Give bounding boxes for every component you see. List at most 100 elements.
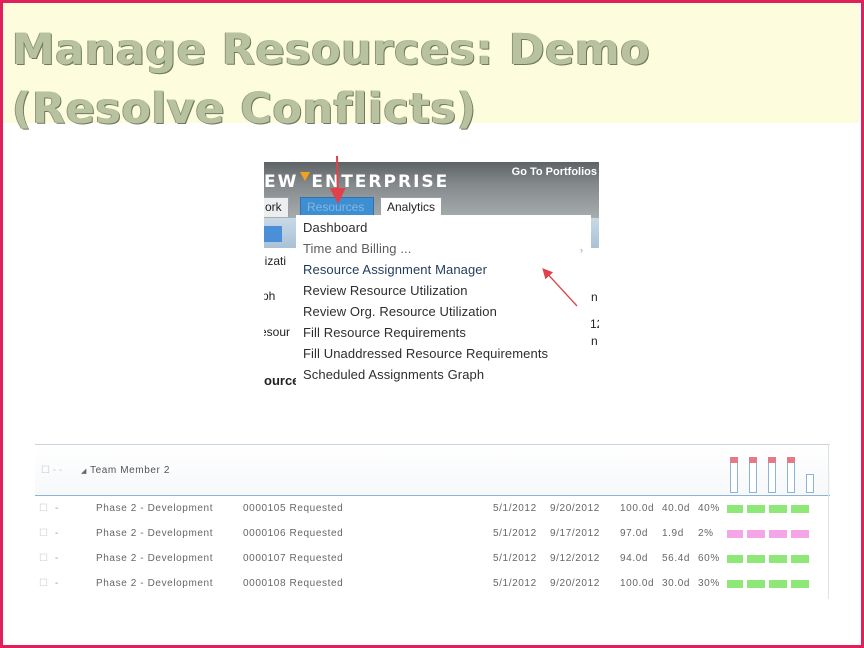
menu-item-review-resource-utilization[interactable]: Review Resource Utilization xyxy=(303,283,468,298)
cell-work: 100.0d xyxy=(620,503,655,514)
resources-dropdown-menu: Dashboard Time and Billing ... › Resourc… xyxy=(296,215,591,391)
group-label: ◢ Team Member 2 xyxy=(81,465,170,476)
cell-start-date: 5/1/2012 xyxy=(493,503,537,514)
slide-title-line-2: (Resolve Conflicts) xyxy=(12,84,477,134)
allocation-segment xyxy=(791,555,809,563)
allocation-segment xyxy=(727,555,743,563)
group-label-text: Team Member 2 xyxy=(89,465,171,476)
cell-assigned: 1.9d xyxy=(662,528,684,539)
cell-request: 0000105 Requested xyxy=(243,503,344,514)
slide-title-line-1: Manage Resources: Demo xyxy=(12,25,651,75)
assignment-table: ☐ - - ◢ Team Member 2 ☐ - Phase 2 - Develop… xyxy=(35,444,830,601)
row-dash: - xyxy=(55,503,59,514)
menu-item-fill-resource-requirements[interactable]: Fill Resource Requirements xyxy=(303,325,466,340)
cell-assigned: 40.0d xyxy=(662,503,691,514)
table-row[interactable]: ☐ - Phase 2 - Development 0000105 Requested… xyxy=(35,497,830,522)
cell-percent: 30% xyxy=(698,578,720,589)
row-checkbox[interactable]: ☐ xyxy=(39,528,49,539)
table-row[interactable]: ☐ - Phase 2 - Development 0000107 Requested… xyxy=(35,547,830,572)
cell-work: 100.0d xyxy=(620,578,655,589)
allocation-segment xyxy=(791,505,809,513)
tab-resources[interactable]: Resources xyxy=(300,197,374,217)
tab-work[interactable]: ork xyxy=(264,197,289,217)
cell-request: 0000107 Requested xyxy=(243,553,344,564)
allocation-segment xyxy=(727,505,743,513)
menu-item-dashboard[interactable]: Dashboard xyxy=(303,220,368,235)
cell-percent: 40% xyxy=(698,503,720,514)
row-checkbox[interactable]: ☐ xyxy=(39,503,49,514)
cell-percent: 60% xyxy=(698,553,720,564)
cell-start-date: 5/1/2012 xyxy=(493,578,537,589)
allocation-segment xyxy=(769,555,787,563)
cell-request: 0000108 Requested xyxy=(243,578,344,589)
allocation-segment xyxy=(791,580,809,588)
table-right-border xyxy=(828,444,829,599)
allocation-segment xyxy=(747,530,765,538)
mini-utilization-bar xyxy=(806,474,814,493)
menu-item-scheduled-assignments-graph[interactable]: Scheduled Assignments Graph xyxy=(303,367,484,382)
overallocation-marker xyxy=(787,457,795,463)
row-dash: - xyxy=(55,528,59,539)
brand-suffix: ENTERPRISE xyxy=(311,172,450,192)
tab-analytics[interactable]: Analytics xyxy=(380,197,443,217)
brand-logo: EW ENTERPRISE xyxy=(264,172,449,192)
allocation-segment xyxy=(769,580,787,588)
background-text-fragment: ph xyxy=(264,289,276,303)
cell-phase: Phase 2 - Development xyxy=(96,578,214,589)
app-header: EW ENTERPRISE Go To Portfolios ork Resour… xyxy=(264,162,599,218)
cell-end-date: 9/20/2012 xyxy=(550,578,600,589)
allocation-bar xyxy=(727,530,813,538)
menu-item-time-and-billing[interactable]: Time and Billing ... xyxy=(303,241,411,256)
menu-item-fill-unaddressed-resource-requirements[interactable]: Fill Unaddressed Resource Requirements xyxy=(303,346,548,361)
background-text-fragment: n xyxy=(591,334,598,348)
title-band: Manage Resources: Demo (Resolve Conflict… xyxy=(3,3,859,134)
cell-percent: 2% xyxy=(698,528,714,539)
allocation-segment xyxy=(769,505,787,513)
cell-start-date: 5/1/2012 xyxy=(493,553,537,564)
allocation-bar xyxy=(727,555,813,563)
mini-utilization-bar xyxy=(749,457,757,493)
menu-item-review-org-resource-utilization[interactable]: Review Org. Resource Utilization xyxy=(303,304,497,319)
table-row[interactable]: ☐ - Phase 2 - Development 0000106 Requested… xyxy=(35,522,830,547)
row-dash: - xyxy=(55,578,59,589)
background-text-fragment: nizati xyxy=(264,254,287,268)
utilization-mini-chart xyxy=(730,457,825,493)
cell-request: 0000106 Requested xyxy=(243,528,344,539)
row-checkbox[interactable]: ☐ xyxy=(39,578,49,589)
cell-work: 94.0d xyxy=(620,553,649,564)
goto-portfolios-link[interactable]: Go To Portfolios xyxy=(512,166,597,178)
allocation-segment xyxy=(769,530,787,538)
overallocation-marker xyxy=(730,457,738,463)
overallocation-marker xyxy=(768,457,776,463)
background-text-fragment: 12 xyxy=(590,317,599,331)
menu-item-resource-assignment-manager[interactable]: Resource Assignment Manager xyxy=(303,262,487,277)
cell-end-date: 9/17/2012 xyxy=(550,528,600,539)
background-heading-fragment: ource xyxy=(264,373,300,388)
allocation-bar xyxy=(727,580,813,588)
tab-resources-label: Resources xyxy=(307,200,365,214)
allocation-segment xyxy=(747,555,765,563)
allocation-segment xyxy=(791,530,809,538)
group-row-team-member[interactable]: ☐ - - ◢ Team Member 2 xyxy=(35,445,830,496)
group-row-controls[interactable]: ☐ - - xyxy=(41,465,62,476)
background-text-fragment: n xyxy=(591,290,598,304)
expand-caret-icon[interactable]: ◢ xyxy=(81,468,87,475)
app-screenshot: EW ENTERPRISE Go To Portfolios ork Resour… xyxy=(264,162,599,394)
brand-triangle-icon xyxy=(300,172,311,181)
cell-assigned: 30.0d xyxy=(662,578,691,589)
overallocation-marker xyxy=(749,457,757,463)
mini-utilization-bar xyxy=(787,457,795,493)
cell-end-date: 9/20/2012 xyxy=(550,503,600,514)
row-dash: - xyxy=(55,553,59,564)
subnav-chip[interactable] xyxy=(264,226,282,242)
slide-title: Manage Resources: Demo (Resolve Conflict… xyxy=(12,21,650,139)
allocation-bar xyxy=(727,505,813,513)
allocation-segment xyxy=(747,580,765,588)
row-checkbox[interactable]: ☐ xyxy=(39,553,49,564)
allocation-segment xyxy=(747,505,765,513)
allocation-segment xyxy=(727,580,743,588)
cell-end-date: 9/12/2012 xyxy=(550,553,600,564)
cell-phase: Phase 2 - Development xyxy=(96,528,214,539)
table-row[interactable]: ☐ - Phase 2 - Development 0000108 Requested… xyxy=(35,572,830,597)
cell-phase: Phase 2 - Development xyxy=(96,503,214,514)
